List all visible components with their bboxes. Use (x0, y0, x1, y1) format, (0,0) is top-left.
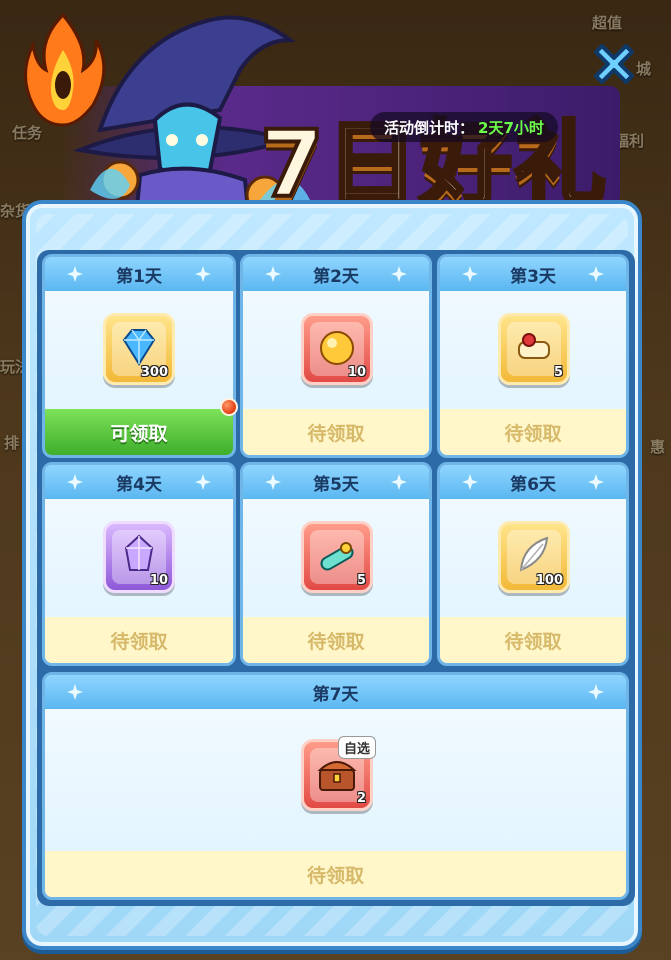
countdown-timer: 活动倒计时： 2天7小时 (370, 112, 558, 142)
sparkle-icon (195, 474, 211, 490)
sparkle-icon (391, 266, 407, 282)
day-card-header: 第4天 (45, 465, 233, 499)
day-card-header: 第7天 (45, 675, 626, 709)
reward-qty: 5 (553, 365, 563, 380)
reward-item-treasure-chest[interactable]: 自选 2 (301, 736, 376, 811)
reward-qty: 100 (535, 573, 563, 588)
reward-qty: 5 (356, 573, 366, 588)
day-card-header: 第1天 (45, 257, 233, 291)
reward-qty: 2 (356, 791, 366, 806)
day-label: 第2天 (313, 266, 359, 287)
claim-button-day-7[interactable]: 待领取 (45, 851, 626, 897)
claim-button-day-1[interactable]: 可领取 (45, 409, 233, 455)
notification-dot (220, 398, 238, 416)
day-card-header: 第2天 (243, 257, 429, 291)
close-button[interactable] (586, 36, 642, 92)
sparkle-icon (195, 266, 211, 282)
claim-button-day-3[interactable]: 待领取 (440, 409, 626, 455)
reward-item-crystal[interactable]: 10 (103, 521, 175, 593)
day-card-3: 第3天 5 待领取 (437, 254, 629, 458)
reward-item-gold-orb[interactable]: 10 (301, 313, 373, 385)
sparkle-icon (67, 684, 83, 700)
countdown-value: 2天7小时 (478, 118, 544, 137)
sparkle-icon (391, 474, 407, 490)
day-label: 第3天 (510, 266, 556, 287)
claim-button-day-2[interactable]: 待领取 (243, 409, 429, 455)
day-label: 第4天 (116, 474, 162, 495)
sparkle-icon (67, 474, 83, 490)
reward-item-scroll[interactable]: 5 (498, 313, 570, 385)
claim-button-day-6[interactable]: 待领取 (440, 617, 626, 663)
reward-qty: 10 (149, 573, 168, 588)
sparkle-icon (588, 266, 604, 282)
day-card-header: 第3天 (440, 257, 626, 291)
countdown-label: 活动倒计时： (384, 118, 475, 137)
day-card-header: 第5天 (243, 465, 429, 499)
reward-item-feather[interactable]: 100 (498, 521, 570, 593)
close-icon (594, 44, 634, 84)
day-card-header: 第6天 (440, 465, 626, 499)
reward-qty: 10 (347, 365, 366, 380)
day-card-7: 第7天 自选 2 待领取 (42, 672, 629, 900)
selectable-tag: 自选 (337, 736, 376, 759)
sparkle-icon (588, 474, 604, 490)
day-card-1: 第1天 300 可领取 (42, 254, 236, 458)
reward-item-summon-scroll[interactable]: 5 (301, 521, 373, 593)
flame-torch-icon (24, 12, 106, 127)
scroll-icon (518, 333, 550, 359)
reward-item-diamond[interactable]: 300 (103, 313, 175, 385)
sparkle-icon (265, 266, 281, 282)
day-label: 第7天 (312, 684, 359, 705)
day-label: 第6天 (510, 474, 556, 495)
sparkle-icon (265, 474, 281, 490)
day-card-5: 第5天 5 待领取 (240, 462, 432, 666)
day-label: 第5天 (313, 474, 359, 495)
day-card-6: 第6天 100 待领取 (437, 462, 629, 666)
day-card-4: 第4天 10 待领取 (42, 462, 236, 666)
claim-button-day-4[interactable]: 待领取 (45, 617, 233, 663)
reward-qty: 300 (140, 365, 168, 380)
sparkle-icon (588, 684, 604, 700)
day-card-2: 第2天 10 待领取 (240, 254, 432, 458)
claim-button-day-5[interactable]: 待领取 (243, 617, 429, 663)
sparkle-icon (67, 266, 83, 282)
sparkle-icon (462, 474, 478, 490)
sparkle-icon (462, 266, 478, 282)
day-label: 第1天 (116, 266, 162, 287)
summon-scroll-icon (320, 542, 354, 571)
